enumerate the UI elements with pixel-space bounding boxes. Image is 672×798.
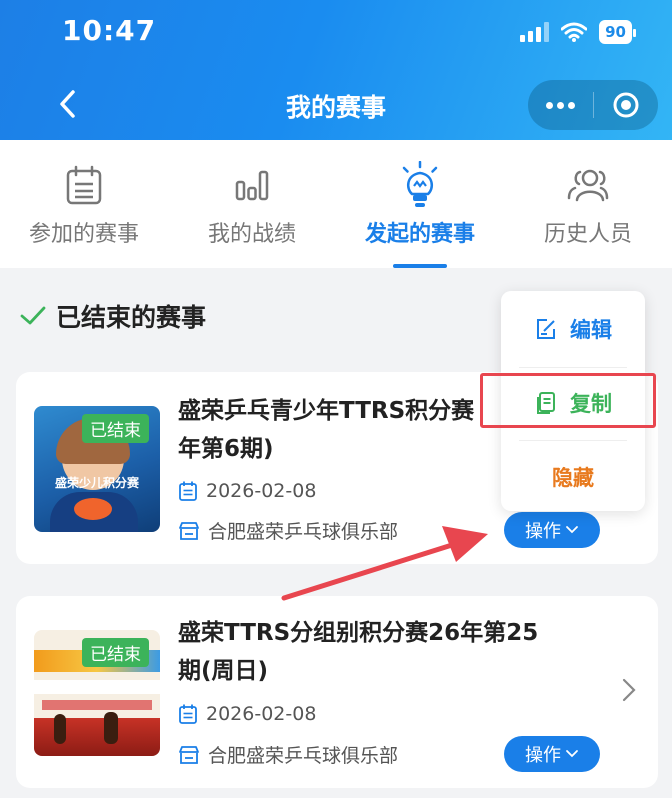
annotation-arrow (281, 526, 488, 601)
status-badge: 已结束 (82, 638, 149, 667)
status-badge: 已结束 (82, 414, 149, 443)
